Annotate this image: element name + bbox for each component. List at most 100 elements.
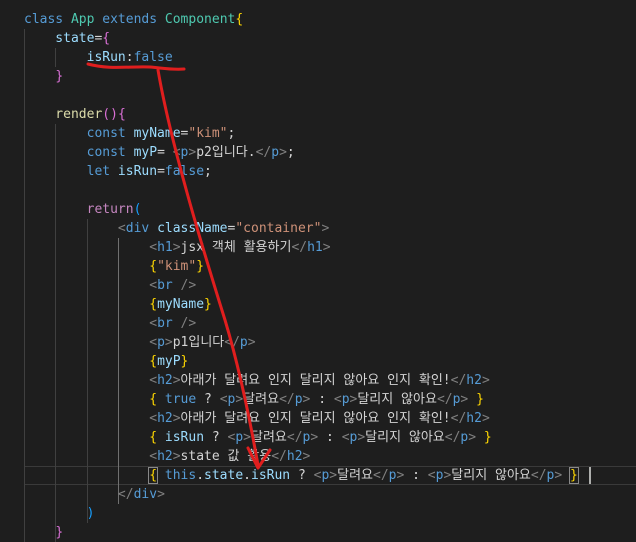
code-token: () <box>102 107 118 122</box>
code-line[interactable]: <br /> <box>24 314 196 333</box>
code-token: 달리지 않아요 <box>451 468 531 483</box>
code-token: </ <box>224 335 240 350</box>
code-token: </ <box>450 373 467 388</box>
code-line[interactable]: class App extends Component{ <box>24 10 243 29</box>
code-token: p1입니다 <box>172 335 225 350</box>
code-token: h2 <box>157 449 173 464</box>
code-line[interactable]: } <box>24 523 63 542</box>
code-token: "container" <box>235 221 322 236</box>
code-editor[interactable]: class App extends Component{ state={ isR… <box>0 0 636 542</box>
code-token: > <box>235 392 244 407</box>
code-line[interactable]: </div> <box>24 485 165 504</box>
code-line[interactable]: {myName} <box>24 295 212 314</box>
code-line[interactable]: <br /> <box>24 276 196 295</box>
code-token: state <box>204 468 244 483</box>
code-line[interactable]: {"kim"} <box>24 257 204 276</box>
code-token: h2 <box>157 411 173 426</box>
matched-bracket: } <box>569 467 579 484</box>
code-token: </ <box>117 487 134 502</box>
code-token: h2 <box>286 449 303 464</box>
code-line[interactable]: isRun:false <box>24 48 173 67</box>
code-token: { <box>149 392 158 407</box>
code-line[interactable]: return( <box>24 200 142 219</box>
code-token: p <box>294 392 303 407</box>
code-line[interactable]: render(){ <box>24 105 126 124</box>
code-token: 달리지 않아요 <box>357 392 437 407</box>
code-line[interactable]: ) <box>24 504 95 523</box>
code-line[interactable]: {myP} <box>24 352 188 371</box>
code-token: { <box>149 259 158 274</box>
text-cursor <box>589 467 591 484</box>
code-token: { <box>117 107 126 122</box>
code-line[interactable]: <h2>아래가 달려요 인지 달리지 않아요 인지 확인!</h2> <box>24 371 490 390</box>
code-token: jsx 객체 활용하기 <box>180 240 292 255</box>
code-token: { <box>149 430 158 445</box>
code-token: p <box>239 335 248 350</box>
code-token: } <box>468 392 484 407</box>
code-token: 달려요 <box>251 430 287 445</box>
code-line[interactable]: <h2>state 값 활용</h2> <box>24 447 310 466</box>
code-token: : <box>318 430 342 445</box>
code-token: isRun <box>24 50 126 65</box>
code-token: { <box>102 31 111 46</box>
code-token: 달려요 <box>337 468 373 483</box>
code-token: > <box>554 468 563 483</box>
code-token: let <box>24 164 118 179</box>
code-token: } <box>476 430 492 445</box>
code-token: . <box>243 468 251 483</box>
code-token: className <box>157 221 228 236</box>
code-line[interactable]: const myP= <p>p2입니다.</p>; <box>24 143 295 162</box>
code-line[interactable]: } <box>24 67 63 86</box>
code-token: h1 <box>157 240 173 255</box>
code-token: < <box>427 468 436 483</box>
code-token: { <box>235 12 244 27</box>
code-token: > <box>172 240 181 255</box>
code-token: myP <box>157 354 181 369</box>
code-line[interactable]: state={ <box>24 29 110 48</box>
code-token: } <box>180 354 189 369</box>
code-token: isRun <box>251 468 298 483</box>
code-token: > <box>279 145 287 160</box>
code-token: = <box>157 164 165 179</box>
code-line[interactable]: { true ? <p>달려요</p> : <p>달리지 않아요</p> } <box>24 390 484 409</box>
code-token: extends <box>102 12 165 27</box>
code-line[interactable]: <h2>아래가 달려요 인지 달리지 않아요 인지 확인!</h2> <box>24 409 490 428</box>
code-token: class <box>24 12 71 27</box>
code-token: > <box>321 221 330 236</box>
code-line[interactable]: <div className="container"> <box>24 219 329 238</box>
code-token: true <box>157 392 205 407</box>
code-token: ? <box>204 392 220 407</box>
code-line[interactable]: <h1>jsx 객체 활용하기</h1> <box>24 238 330 257</box>
code-token: </ <box>444 430 461 445</box>
code-token: } <box>55 69 64 84</box>
code-token: const <box>24 126 134 141</box>
code-token: ? <box>297 468 314 483</box>
code-token: : <box>404 468 428 483</box>
code-line[interactable]: let isRun=false; <box>24 162 212 181</box>
code-token: { <box>149 297 158 312</box>
code-token: </ <box>436 392 453 407</box>
code-line[interactable]: { isRun ? <p>달려요</p> : <p>달리지 않아요</p> } <box>24 428 492 447</box>
code-line[interactable]: const myName="kim"; <box>24 124 236 143</box>
code-token: h2 <box>466 411 482 426</box>
code-token: </ <box>450 411 467 426</box>
code-token: </ <box>279 392 295 407</box>
code-line[interactable]: { this.state.isRun ? <p>달려요</p> : <p>달리지… <box>24 466 579 485</box>
code-token: < <box>149 316 158 331</box>
code-token: "kim" <box>188 126 228 141</box>
code-token: > <box>247 335 256 350</box>
code-token: > <box>172 373 181 388</box>
code-token: > <box>164 335 173 350</box>
code-line[interactable]: <p>p1입니다</p> <box>24 333 256 352</box>
code-token: < <box>149 411 158 426</box>
code-token: ) <box>86 506 95 521</box>
